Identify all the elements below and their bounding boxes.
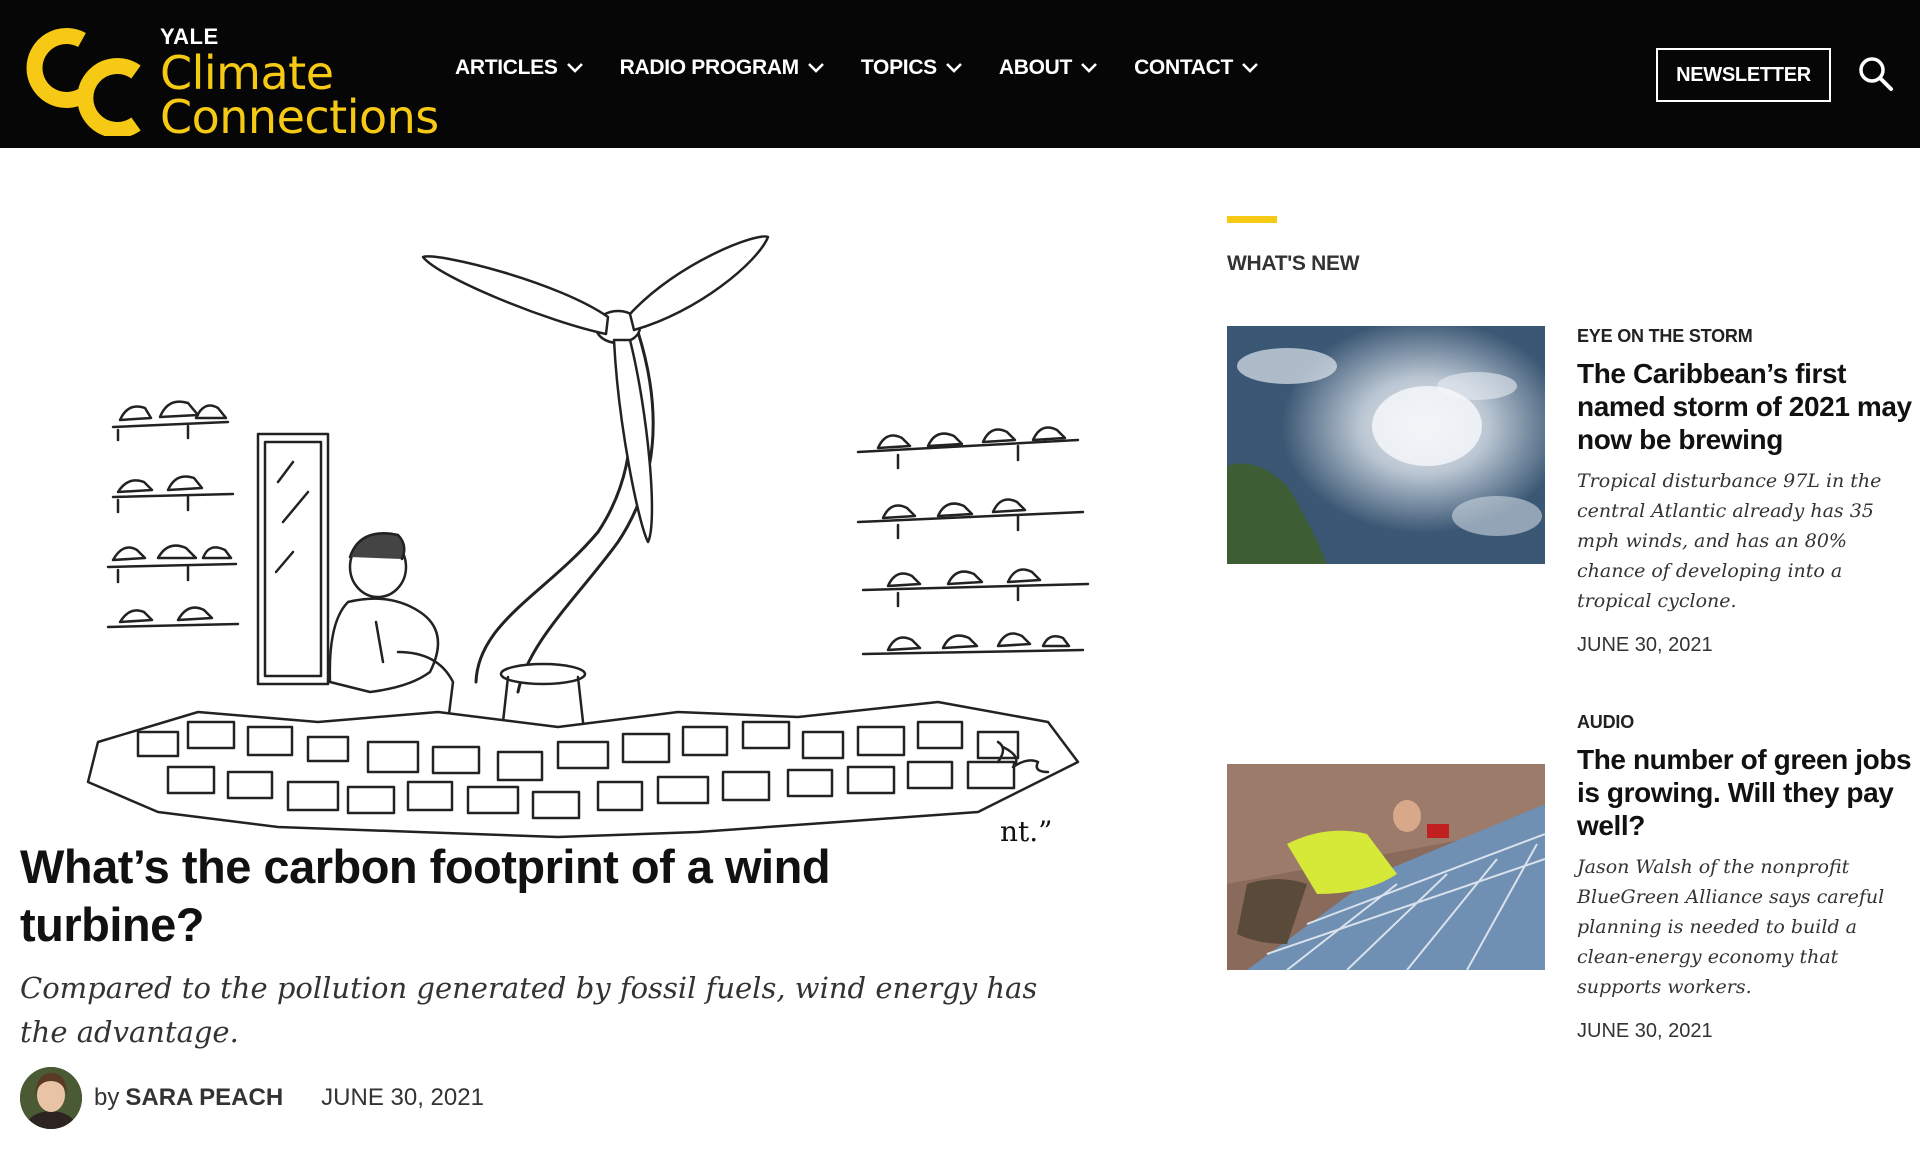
- card-description: Jason Walsh of the nonprofit BlueGreen A…: [1577, 856, 1885, 998]
- main-nav: ARTICLES RADIO PROGRAM TOPICS ABOUT CONT…: [455, 56, 1295, 80]
- card-description: Tropical disturbance 97L in the central …: [1577, 470, 1882, 612]
- search-button[interactable]: [1856, 54, 1896, 94]
- satellite-image-icon: [1227, 326, 1545, 564]
- article-headline[interactable]: What’s the carbon footprint of a wind tu…: [20, 838, 940, 954]
- nav-contact[interactable]: CONTACT: [1134, 56, 1259, 80]
- wind-turbine-cartoon-image[interactable]: [78, 222, 1108, 862]
- nav-articles[interactable]: ARTICLES: [455, 56, 584, 80]
- chevron-down-icon: [807, 63, 824, 73]
- sidebar-accent-bar: [1227, 216, 1277, 223]
- cartoon-caption-fragment: nt.”: [1000, 815, 1053, 848]
- chevron-down-icon: [1242, 63, 1258, 73]
- chevron-down-icon: [1081, 63, 1097, 73]
- storm-satellite-image[interactable]: [1227, 326, 1545, 564]
- byline-by: by: [94, 1084, 120, 1111]
- newsletter-button[interactable]: NEWSLETTER: [1656, 48, 1831, 102]
- author-name-link[interactable]: SARA PEACH: [125, 1084, 283, 1112]
- article-byline: by SARA PEACH JUNE 30, 2021: [20, 1066, 484, 1130]
- news-card-text: AUDIO The number of green jobs is growin…: [1577, 712, 1917, 1043]
- card-title[interactable]: The Caribbean’s first named storm of 202…: [1577, 357, 1917, 456]
- nav-topics-label: TOPICS: [860, 56, 937, 79]
- chevron-down-icon: [945, 63, 962, 73]
- card-kicker[interactable]: EYE ON THE STORM: [1577, 326, 1917, 347]
- nav-radio-program-label: RADIO PROGRAM: [619, 56, 800, 79]
- nav-radio-program[interactable]: RADIO PROGRAM: [620, 56, 825, 80]
- article-dek: Compared to the pollution generated by f…: [20, 971, 1038, 1049]
- card-title[interactable]: The number of green jobs is growing. Wil…: [1577, 743, 1917, 842]
- logo-connections: Connections: [160, 90, 439, 144]
- article-date: JUNE 30, 2021: [321, 1084, 484, 1111]
- site-header: YALE Climate Connections ARTICLES RADIO …: [0, 0, 1920, 148]
- card-date: JUNE 30, 2021: [1577, 1020, 1713, 1042]
- solar-panel-photo-icon: [1227, 764, 1545, 970]
- cc-logo-icon: [26, 28, 141, 136]
- nav-articles-label: ARTICLES: [455, 56, 558, 79]
- site-logo[interactable]: YALE Climate Connections: [20, 12, 439, 140]
- nav-about-label: ABOUT: [998, 56, 1073, 79]
- chevron-down-icon: [566, 63, 583, 73]
- author-avatar[interactable]: [20, 1067, 82, 1129]
- card-kicker[interactable]: AUDIO: [1577, 712, 1917, 733]
- search-icon: [1859, 57, 1893, 91]
- card-date: JUNE 30, 2021: [1577, 634, 1713, 656]
- author-photo-icon: [20, 1067, 82, 1129]
- nav-topics[interactable]: TOPICS: [861, 56, 963, 80]
- sidebar-title: WHAT'S NEW: [1227, 252, 1360, 275]
- solar-installer-image[interactable]: [1227, 764, 1545, 970]
- nav-contact-label: CONTACT: [1134, 56, 1234, 79]
- nav-about[interactable]: ABOUT: [999, 56, 1098, 80]
- news-card-text: EYE ON THE STORM The Caribbean’s first n…: [1577, 326, 1917, 657]
